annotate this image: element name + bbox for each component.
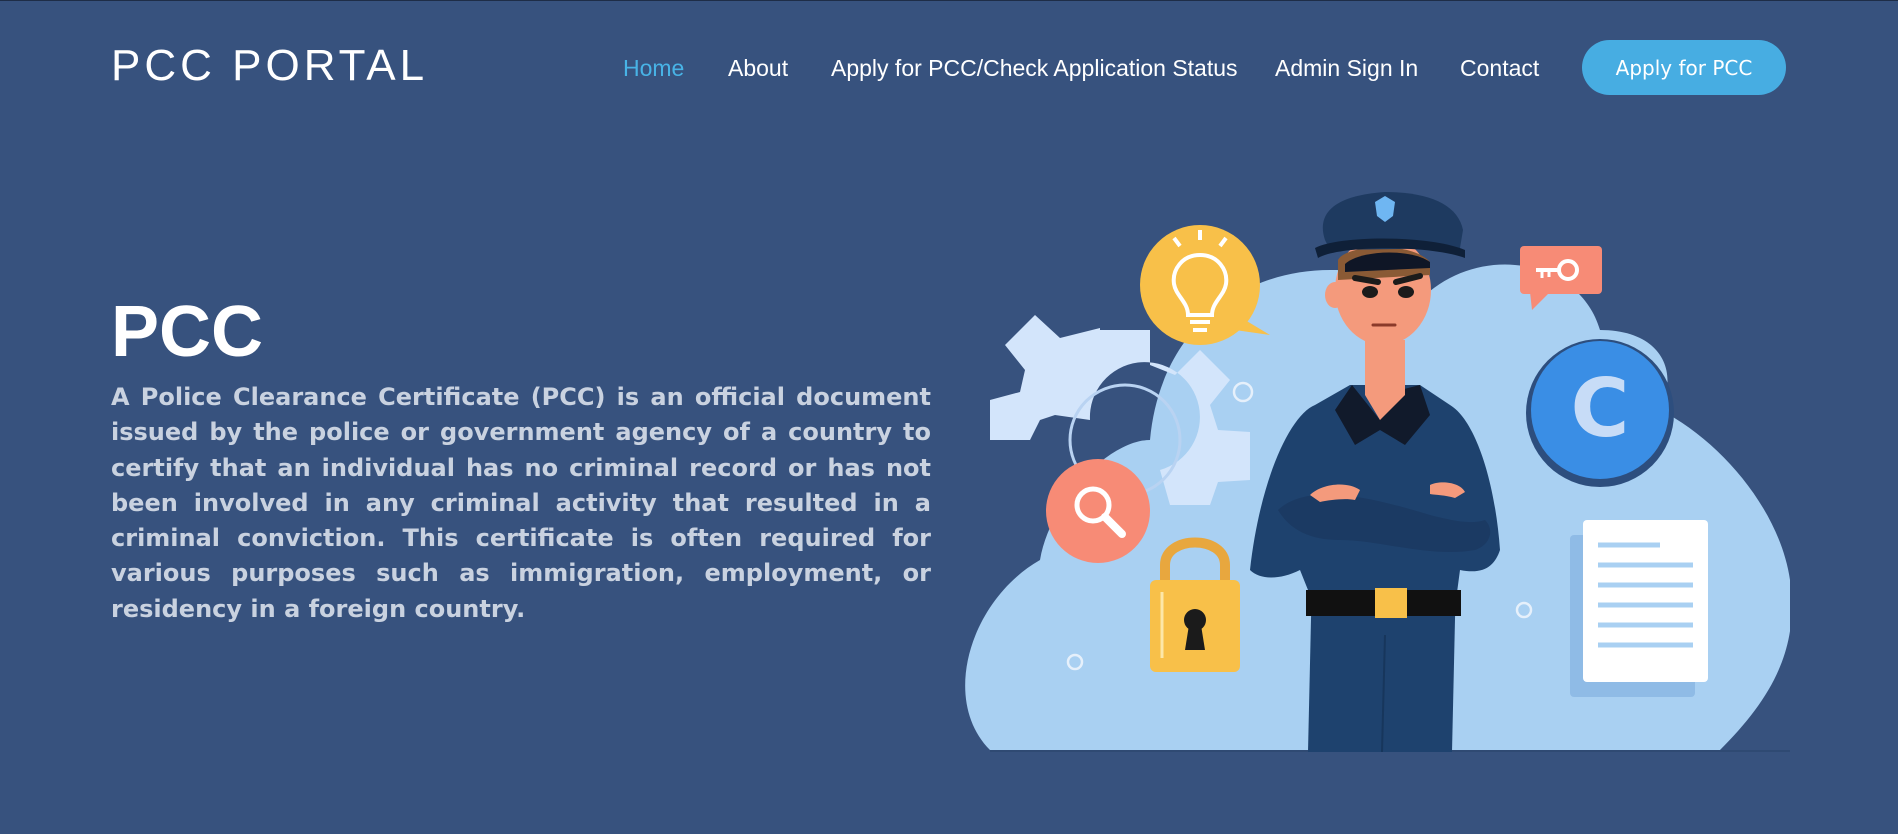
search-icon bbox=[1046, 459, 1150, 563]
lightbulb-icon bbox=[1140, 225, 1270, 345]
nav-apply-check-status-link[interactable]: Apply for PCC/Check Application Status bbox=[831, 54, 1238, 82]
apply-for-pcc-button[interactable]: Apply for PCC bbox=[1582, 40, 1786, 95]
document-icon bbox=[1570, 520, 1708, 697]
copyright-icon: C bbox=[1526, 339, 1674, 487]
nav-about-link[interactable]: About bbox=[728, 54, 788, 82]
nav-contact-link[interactable]: Contact bbox=[1460, 54, 1539, 82]
hero-title: PCC bbox=[111, 292, 264, 372]
nav-home-link[interactable]: Home bbox=[623, 54, 684, 82]
svg-text:C: C bbox=[1571, 362, 1630, 455]
police-illustration: C bbox=[965, 192, 1790, 753]
top-border bbox=[0, 0, 1898, 1]
nav-admin-sign-in-link[interactable]: Admin Sign In bbox=[1275, 54, 1418, 82]
hero-description: A Police Clearance Certificate (PCC) is … bbox=[111, 383, 931, 623]
